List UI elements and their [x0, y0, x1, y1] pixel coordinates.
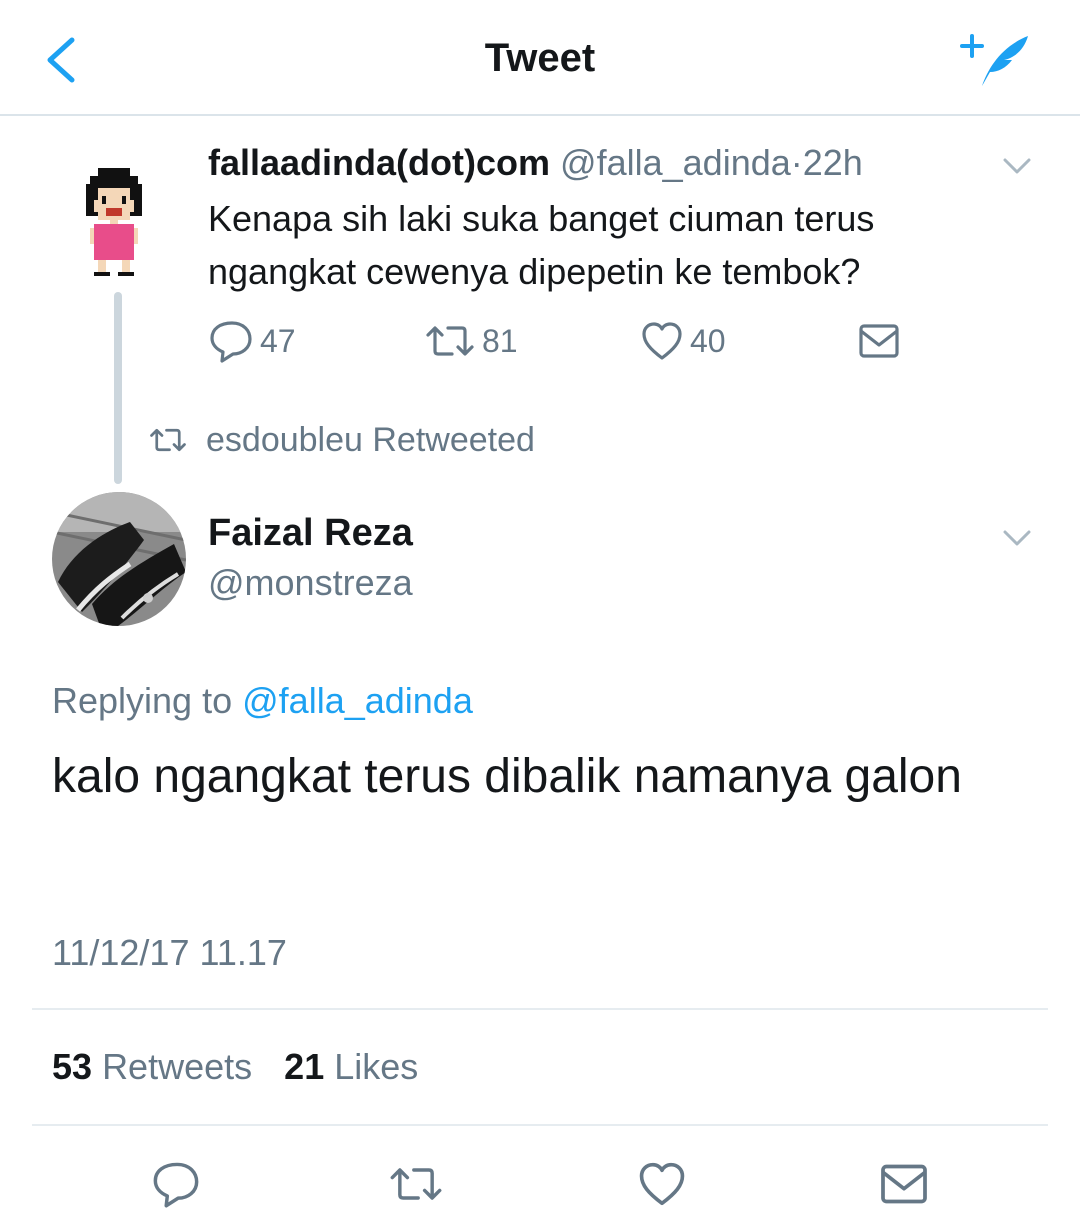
reply-icon: [153, 1162, 199, 1208]
parent-handle[interactable]: @falla_adinda: [560, 142, 791, 183]
divider: [32, 1124, 1048, 1126]
engagement-stats: 53 Retweets 21 Likes: [52, 1046, 418, 1088]
parent-reply-button[interactable]: 47: [208, 316, 296, 366]
parent-message-button[interactable]: [858, 316, 900, 366]
page-title: Tweet: [484, 36, 596, 80]
retweet-total[interactable]: 53: [52, 1046, 92, 1087]
main-tweet-text: kalo ngangkat terus dibalik namanya galo…: [52, 750, 962, 803]
retweet-icon: [390, 1168, 442, 1200]
main-tweet-options-button[interactable]: [1002, 528, 1032, 548]
main-display-name[interactable]: Faizal Reza: [208, 512, 413, 555]
replying-to-label: Replying to: [52, 680, 233, 721]
envelope-icon: [859, 324, 899, 358]
compose-tweet-button[interactable]: [958, 28, 1034, 92]
chevron-down-icon: [1003, 530, 1031, 546]
parent-display-name[interactable]: fallaadinda(dot)com: [208, 142, 550, 183]
parent-action-bar: 47 81 40: [208, 316, 928, 366]
retweet-icon: [150, 428, 186, 452]
sneakers-photo-avatar: [52, 492, 186, 626]
heart-icon: [639, 1162, 685, 1206]
main-handle[interactable]: @monstreza: [208, 562, 413, 604]
retweet-label[interactable]: Retweets: [102, 1046, 252, 1087]
reply-icon: [210, 321, 252, 363]
pixel-avatar-image: [86, 168, 142, 276]
parent-like-count: 40: [690, 322, 726, 359]
like-total[interactable]: 21: [284, 1046, 324, 1087]
thread-connector-line: [114, 292, 122, 484]
parent-retweet-button[interactable]: 81: [424, 316, 518, 366]
parent-tweet-options-button[interactable]: [1002, 156, 1032, 176]
divider: [32, 1008, 1048, 1010]
retweet-icon: [426, 326, 474, 356]
like-label[interactable]: Likes: [334, 1046, 418, 1087]
replying-to-mention[interactable]: @falla_adinda: [242, 680, 473, 721]
retweeted-by-text: esdoubleu Retweeted: [206, 420, 535, 459]
parent-tweet-text: Kenapa sih laki suka banget ciuman terus…: [208, 198, 875, 292]
main-tweet-timestamp: 11/12/17 11.17: [52, 932, 287, 973]
top-nav-bar: Tweet: [0, 0, 1080, 116]
main-avatar[interactable]: [52, 492, 186, 626]
parent-avatar[interactable]: [74, 168, 154, 280]
parent-like-button[interactable]: 40: [640, 316, 726, 366]
parent-retweet-count: 81: [482, 322, 518, 359]
like-button[interactable]: [634, 1156, 690, 1212]
envelope-icon: [881, 1164, 927, 1204]
heart-icon: [642, 322, 682, 360]
compose-tweet-icon: [960, 34, 1028, 86]
header-separator: ·: [790, 142, 803, 183]
reply-button[interactable]: [148, 1156, 204, 1212]
retweet-button[interactable]: [388, 1156, 444, 1212]
message-button[interactable]: [876, 1156, 932, 1212]
replying-to-line: Replying to @falla_adinda: [52, 680, 473, 722]
retweeted-by-context[interactable]: esdoubleu Retweeted: [148, 418, 535, 462]
parent-reply-count: 47: [260, 322, 296, 359]
parent-time: 22h: [802, 142, 863, 183]
chevron-down-icon: [1003, 158, 1031, 174]
parent-tweet-header: fallaadinda(dot)com @falla_adinda·22h: [208, 142, 863, 184]
